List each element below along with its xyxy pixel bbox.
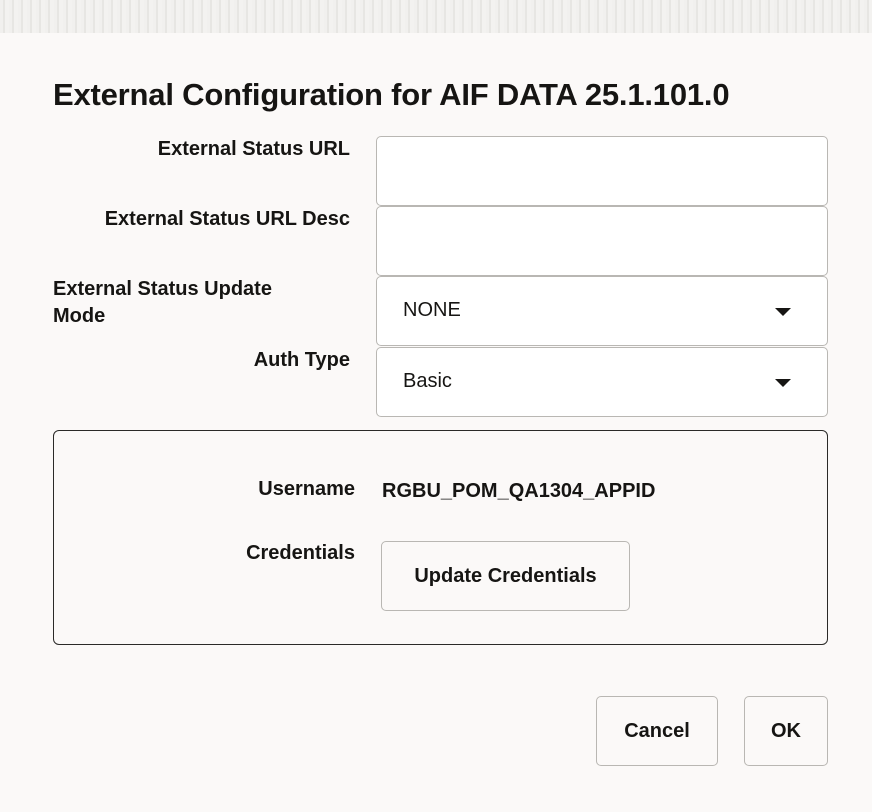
status-url-desc-label: External Status URL Desc	[104, 208, 350, 230]
cancel-button[interactable]: Cancel	[596, 696, 718, 766]
update-mode-label-line1: External Status Update	[53, 278, 272, 300]
username-value: RGBU_POM_QA1304_APPID	[382, 480, 656, 502]
auth-type-select[interactable]: Basic	[376, 347, 828, 417]
status-url-input[interactable]	[376, 136, 828, 206]
update-mode-label-line2: Mode	[53, 305, 106, 327]
auth-details-panel	[53, 430, 828, 645]
status-url-desc-input[interactable]	[376, 206, 828, 276]
status-url-label: External Status URL	[157, 138, 350, 160]
background-strip	[0, 0, 872, 33]
auth-type-value: Basic	[403, 370, 452, 392]
credentials-label: Credentials	[246, 542, 355, 564]
dialog-title: External Configuration for AIF DATA 25.1…	[53, 77, 730, 112]
update-mode-value: NONE	[403, 299, 461, 321]
update-mode-label: External Status Update Mode	[53, 276, 353, 330]
username-label: Username	[258, 478, 355, 500]
update-credentials-button[interactable]: Update Credentials	[381, 541, 630, 611]
update-mode-select[interactable]: NONE	[376, 276, 828, 346]
chevron-down-icon	[775, 308, 791, 316]
auth-type-label: Auth Type	[253, 349, 350, 371]
ok-button[interactable]: OK	[744, 696, 828, 766]
external-configuration-dialog: External Configuration for AIF DATA 25.1…	[0, 33, 872, 812]
chevron-down-icon	[775, 379, 791, 387]
